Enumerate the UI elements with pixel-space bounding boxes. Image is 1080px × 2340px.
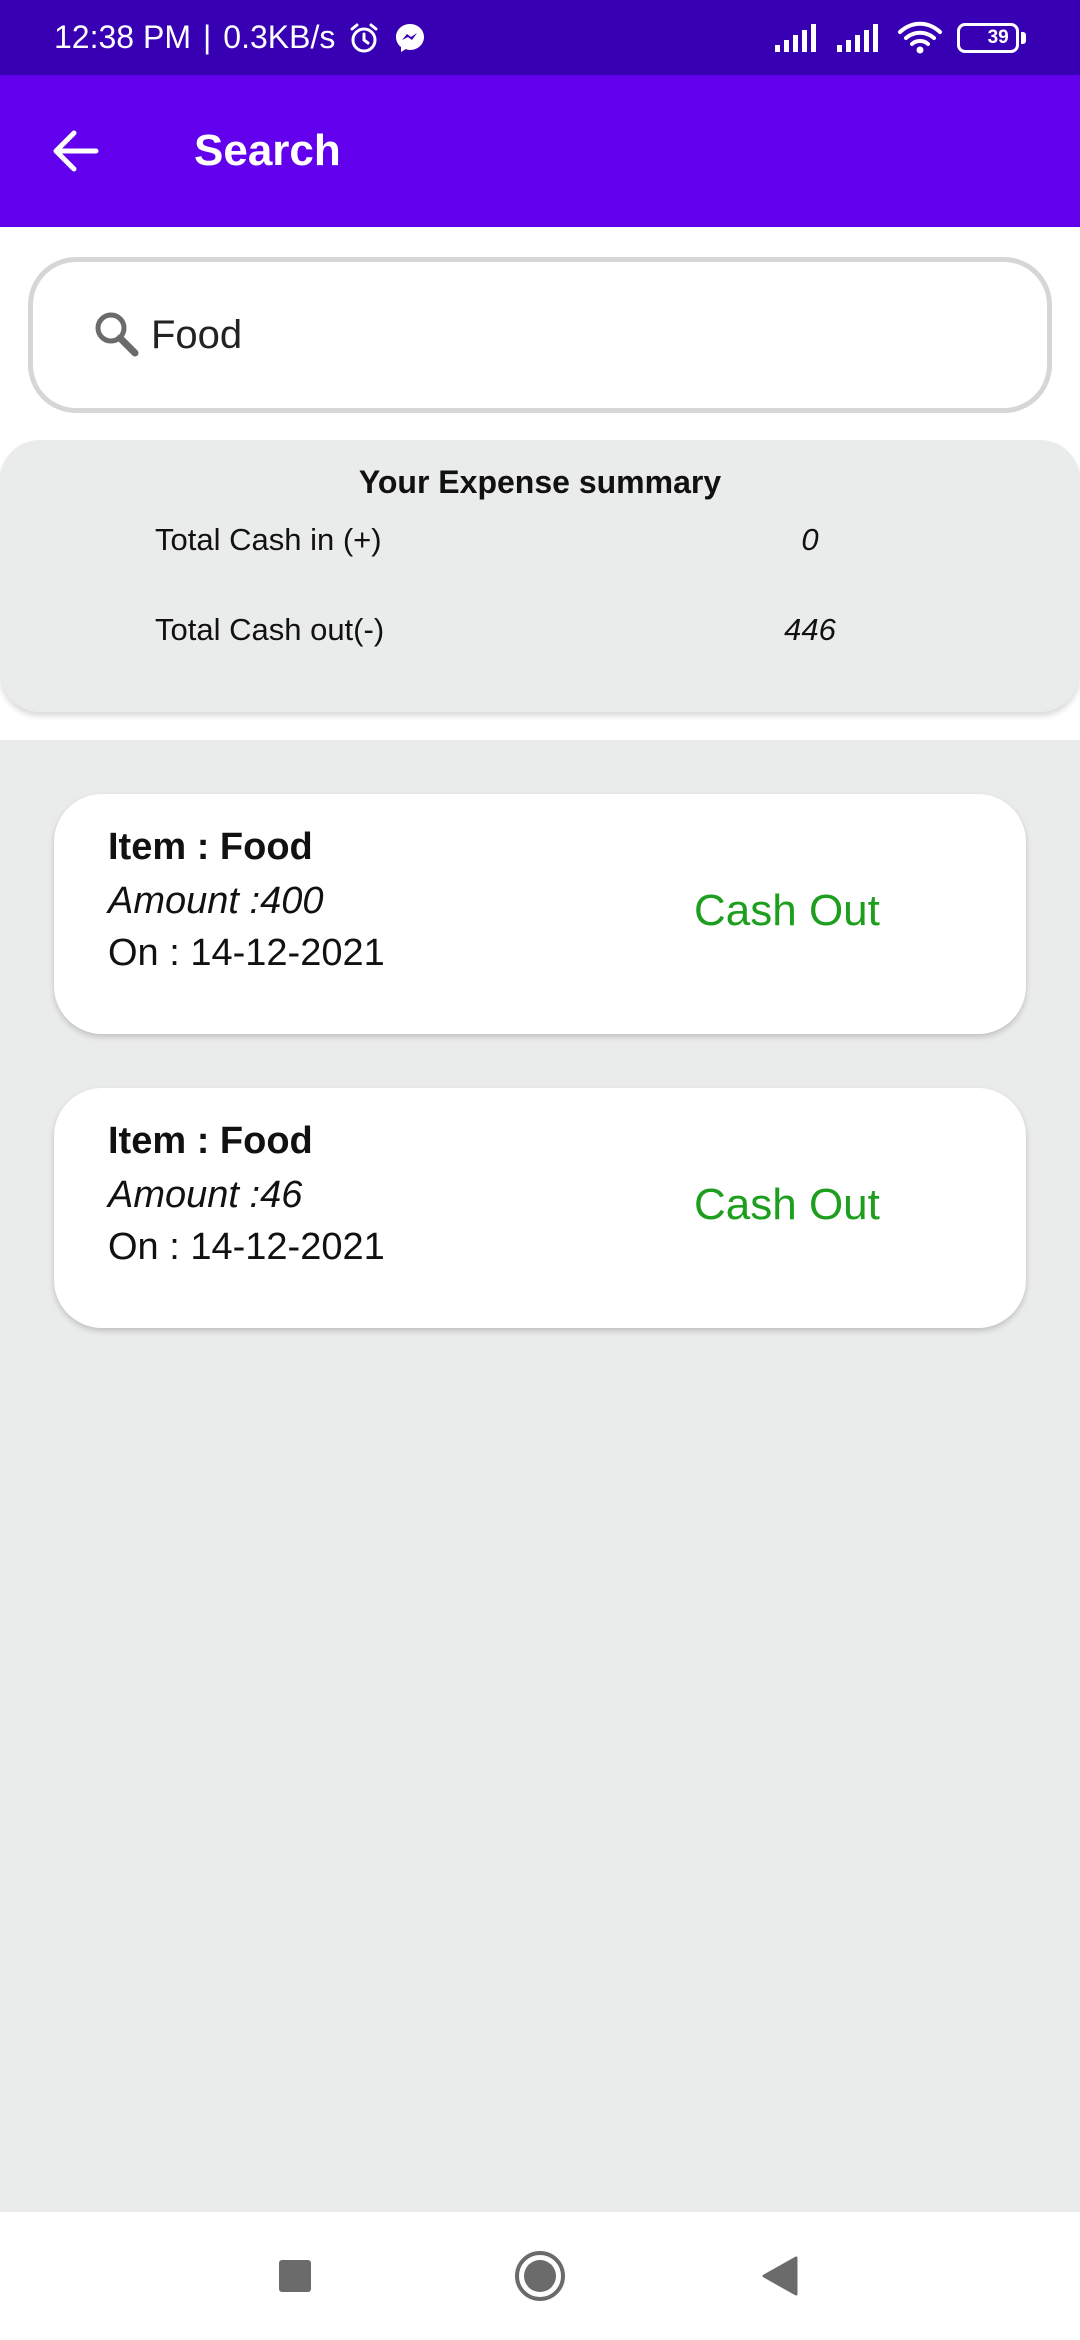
network-speed: 0.3KB/s xyxy=(223,19,336,55)
status-right: 39 xyxy=(773,21,1026,55)
battery-indicator: 39 xyxy=(957,22,1019,53)
signal-icon xyxy=(835,23,883,53)
battery-level: 39 xyxy=(987,26,1009,48)
cash-in-row: Total Cash in (+) 0 xyxy=(0,522,1080,572)
summary-title: Your Expense summary xyxy=(358,464,722,500)
item-name: Item : Food xyxy=(108,826,313,868)
home-button[interactable] xyxy=(480,2212,600,2340)
cash-in-value: 0 xyxy=(801,522,819,557)
transaction-type: Cash Out xyxy=(694,1180,880,1229)
expense-summary: Your Expense summary Total Cash in (+) 0… xyxy=(0,440,1080,712)
app-bar: Search xyxy=(0,75,1080,227)
cash-out-label: Total Cash out(-) xyxy=(155,612,385,647)
battery-tip xyxy=(1021,31,1026,44)
nav-back-button[interactable] xyxy=(720,2212,840,2340)
status-separator: | xyxy=(202,19,212,55)
signal-icon xyxy=(773,23,821,53)
search-icon xyxy=(95,312,139,357)
back-icon xyxy=(762,2256,798,2296)
search-field[interactable] xyxy=(28,257,1052,413)
transaction-card[interactable]: Item : Food Amount :46 On : 14-12-2021 C… xyxy=(54,1088,1026,1328)
cash-out-row: Total Cash out(-) 446 xyxy=(0,612,1080,662)
messenger-icon xyxy=(393,21,427,55)
recents-icon xyxy=(279,2260,311,2292)
status-time: 12:38 PM xyxy=(54,19,191,55)
item-amount: Amount :46 xyxy=(108,1174,303,1216)
back-button[interactable] xyxy=(0,75,150,227)
screen: 12:38 PM | 0.3KB/s 39 Search Food Your E… xyxy=(0,0,1080,2340)
item-date: On : 14-12-2021 xyxy=(108,1226,385,1268)
wifi-icon xyxy=(897,21,943,55)
item-name: Item : Food xyxy=(108,1120,313,1162)
recents-button[interactable] xyxy=(235,2212,355,2340)
transaction-type: Cash Out xyxy=(694,886,880,935)
transaction-card[interactable]: Item : Food Amount :400 On : 14-12-2021 … xyxy=(54,794,1026,1034)
item-amount: Amount :400 xyxy=(108,880,324,922)
status-bar: 12:38 PM | 0.3KB/s 39 xyxy=(0,0,1080,75)
cash-out-value: 446 xyxy=(784,612,836,647)
item-date: On : 14-12-2021 xyxy=(108,932,385,974)
battery-icon: 39 xyxy=(957,22,1026,53)
cash-in-label: Total Cash in (+) xyxy=(155,522,382,557)
arrow-left-icon xyxy=(53,130,99,172)
navigation-bar xyxy=(0,2212,1080,2340)
home-icon xyxy=(515,2251,565,2301)
search-input[interactable] xyxy=(151,312,971,358)
alarm-icon xyxy=(347,21,381,55)
status-left: 12:38 PM | 0.3KB/s xyxy=(54,19,427,56)
page-title: Search xyxy=(194,126,341,175)
